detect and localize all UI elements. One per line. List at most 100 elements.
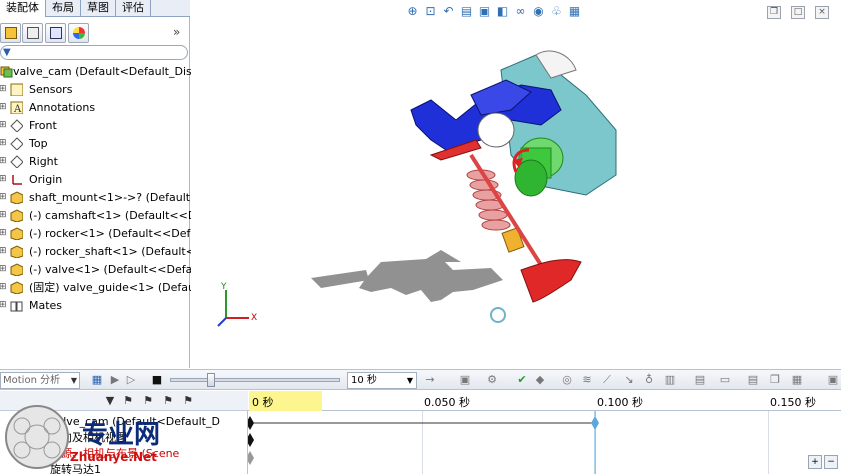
zoom-area-icon[interactable]: ⊡ <box>423 4 438 19</box>
playback-slider-thumb[interactable] <box>207 373 215 387</box>
graphics-viewport[interactable]: X Y <box>191 0 841 368</box>
filter-bar[interactable]: ▼ <box>0 45 188 60</box>
tree-root-label: valve_cam (Default<Default_Displ <box>13 65 202 78</box>
svg-text:A: A <box>13 104 22 114</box>
zoom-out-icon[interactable]: − <box>824 455 838 469</box>
chevron-down-icon: ▼ <box>70 376 77 385</box>
appearance-icon <box>73 27 85 39</box>
timeline-tick-label: 0.100 秒 <box>597 396 643 409</box>
part-icon <box>10 191 23 204</box>
expand-icon[interactable]: ⊞ <box>0 211 7 220</box>
calculate-icon[interactable]: ▦ <box>90 373 104 387</box>
panel-toggle-icon[interactable]: ▣ <box>826 373 840 387</box>
hide-show-icon[interactable]: ∞ <box>513 4 528 19</box>
results-icon[interactable]: ▤ <box>693 373 707 387</box>
expand-icon[interactable]: ⊞ <box>0 157 7 166</box>
annotations-icon: A <box>10 101 23 114</box>
scene-icon[interactable]: ♧ <box>549 4 564 19</box>
autokey-icon[interactable]: ✔ <box>515 373 529 387</box>
property-manager-button[interactable] <box>22 23 43 43</box>
tree-item-label: Top <box>29 137 48 150</box>
configuration-manager-button[interactable] <box>45 23 66 43</box>
expand-icon[interactable]: ⊞ <box>0 193 7 202</box>
expand-icon[interactable]: ⊞ <box>0 247 7 256</box>
restore-button[interactable]: ❐ <box>767 6 781 19</box>
playback-speed-select[interactable]: 10 秒 ▼ <box>347 372 417 389</box>
copy-icon[interactable]: ❐ <box>768 373 782 387</box>
motor-icon[interactable]: ◎ <box>560 373 574 387</box>
time-key-marker <box>248 451 254 465</box>
expand-icon[interactable]: ⊞ <box>0 139 7 148</box>
maximize-button[interactable]: □ <box>791 6 805 19</box>
tree-item-label: Annotations <box>29 101 96 114</box>
edit-appearance-icon[interactable]: ◉ <box>531 4 546 19</box>
expand-icon[interactable]: ⊞ <box>0 283 7 292</box>
zoom-in-icon[interactable]: + <box>808 455 822 469</box>
expand-icon[interactable]: ⊞ <box>0 85 7 94</box>
display-style-icon[interactable]: ◧ <box>495 4 510 19</box>
view-orientation-icon[interactable]: ▣ <box>477 4 492 19</box>
plane-icon <box>10 119 23 132</box>
tab-assembly[interactable]: 装配体 <box>0 0 46 17</box>
command-tabs: 装配体 布局 草图 评估 <box>0 0 190 17</box>
timeline-tick-label: 0 秒 <box>252 396 274 409</box>
tab-evaluate[interactable]: 评估 <box>116 0 151 17</box>
expand-chevron-icon[interactable]: » <box>173 25 180 39</box>
tree-item-label: shaft_mount<1>->? (Default< <box>29 191 200 204</box>
study-properties-icon[interactable]: ▭ <box>718 373 732 387</box>
model-view <box>217 50 617 327</box>
zoom-to-fit-icon[interactable]: ⊕ <box>405 4 420 19</box>
part-icon <box>10 281 23 294</box>
expand-icon[interactable]: ⊞ <box>0 121 7 130</box>
expand-icon[interactable]: ⊞ <box>0 301 7 310</box>
paste-icon[interactable]: ▦ <box>790 373 804 387</box>
chevron-down-icon: ▼ <box>406 376 413 385</box>
reference-triad <box>217 290 249 327</box>
triad-y-label: Y <box>221 282 227 292</box>
display-manager-button[interactable] <box>68 23 89 43</box>
part-icon <box>10 263 23 276</box>
tree-item-label: Sensors <box>29 83 73 96</box>
part-icon <box>10 227 23 240</box>
window-controls: ❐ □ × <box>767 6 829 19</box>
damper-icon[interactable]: ⟋ <box>600 373 614 387</box>
view-settings-icon[interactable]: ▦ <box>567 4 582 19</box>
part-icon <box>10 209 23 222</box>
previous-view-icon[interactable]: ↶ <box>441 4 456 19</box>
tree-item-label: (-) valve<1> (Default<<Defaul <box>29 263 203 276</box>
time-key-marker <box>248 433 254 447</box>
playback-slider[interactable] <box>170 378 340 382</box>
close-button[interactable]: × <box>815 6 829 19</box>
expand-icon[interactable]: ⊞ <box>0 103 7 112</box>
collapse-icon[interactable]: ▤ <box>746 373 760 387</box>
triad-x-label: X <box>251 313 258 323</box>
timeline-zoom-controls: + − <box>808 455 838 469</box>
play-from-start-icon[interactable]: ▶ <box>108 373 122 387</box>
tab-layout[interactable]: 布局 <box>46 0 81 17</box>
spring-icon[interactable]: ≋ <box>580 373 594 387</box>
expand-icon[interactable]: ⊞ <box>0 229 7 238</box>
play-icon[interactable]: ▷ <box>124 373 138 387</box>
stop-icon[interactable]: ■ <box>150 373 164 387</box>
manager-tabs <box>0 21 190 45</box>
study-type-select[interactable]: Motion 分析 ▼ <box>0 372 80 389</box>
tree-item-label: (-) rocker<1> (Default<<Defa <box>29 227 198 240</box>
force-icon[interactable]: ↘ <box>622 373 636 387</box>
save-animation-icon[interactable]: ▣ <box>458 373 472 387</box>
playback-mode-icon[interactable]: → <box>423 373 437 387</box>
feature-manager-button[interactable] <box>0 23 21 43</box>
tree-item-label: Right <box>29 155 58 168</box>
tab-sketch[interactable]: 草图 <box>81 0 116 17</box>
contact-icon[interactable]: ♁ <box>642 373 656 387</box>
expand-icon[interactable]: ⊞ <box>0 175 7 184</box>
view-toolbar: ⊕ ⊡ ↶ ▤ ▣ ◧ ∞ ◉ ♧ ▦ <box>405 4 582 22</box>
model-shadow <box>311 250 503 302</box>
part-icon <box>10 245 23 258</box>
gravity-icon[interactable]: ▥ <box>663 373 677 387</box>
expand-icon[interactable]: ⊞ <box>0 265 7 274</box>
watermark-text-en: Zhuanye.Net <box>70 450 157 464</box>
animation-wizard-icon[interactable]: ⚙ <box>485 373 499 387</box>
timeline[interactable]: 0 秒 0.050 秒 0.100 秒 0.150 秒 <box>248 391 841 474</box>
section-view-icon[interactable]: ▤ <box>459 4 474 19</box>
add-key-icon[interactable]: ◆ <box>533 373 547 387</box>
